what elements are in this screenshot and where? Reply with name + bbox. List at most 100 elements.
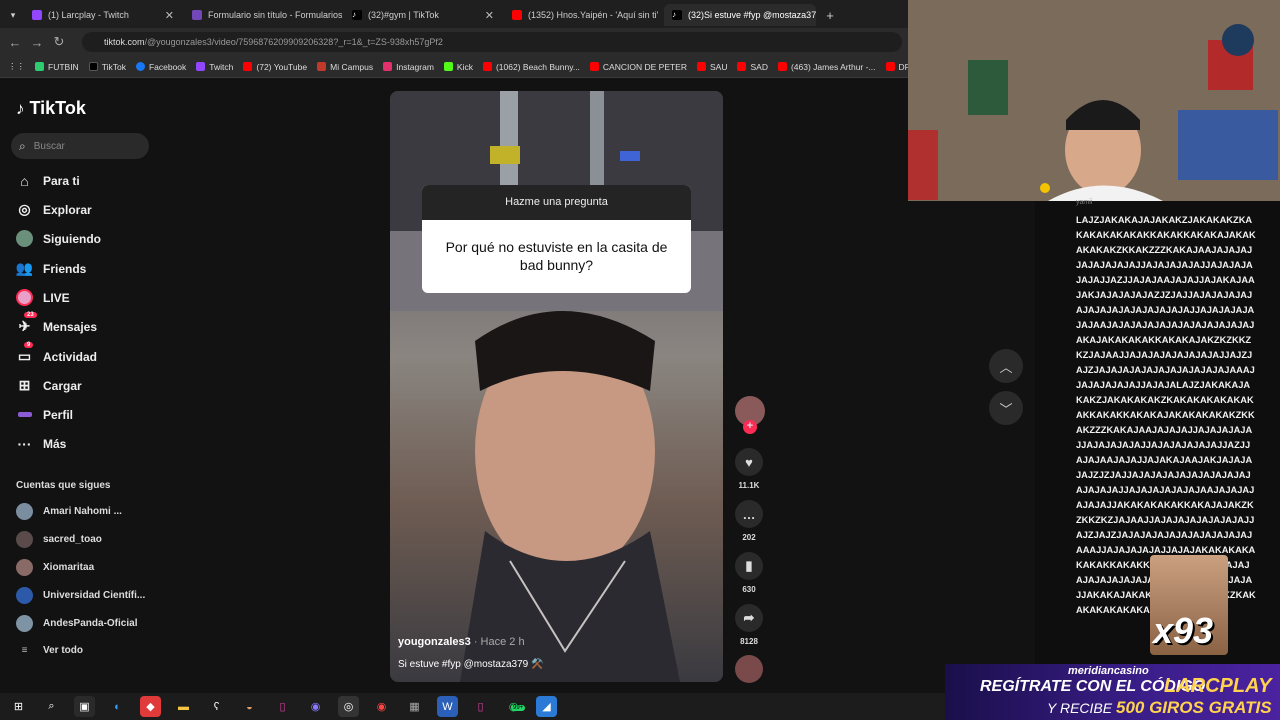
reload-icon[interactable]: ↻ <box>48 34 70 50</box>
back-icon[interactable]: ← <box>4 35 26 50</box>
twitch-icon <box>196 62 206 71</box>
nav-label: LIVE <box>43 290 70 305</box>
nav-siguiendo[interactable]: Siguiendo <box>16 230 101 247</box>
nav-mensajes[interactable]: ✈ 23 Mensajes <box>16 312 97 335</box>
app-icon[interactable]: ◒ <box>239 696 260 717</box>
account-item[interactable]: AndesPanda-Oficial <box>16 615 137 632</box>
creator-avatar[interactable]: + <box>735 396 765 434</box>
question-card: Hazme una pregunta Por qué no estuviste … <box>422 185 691 293</box>
discord-icon[interactable]: ◉ <box>305 696 326 717</box>
nav-para-ti[interactable]: ⌂ Para ti <box>16 172 79 189</box>
close-icon[interactable]: ✕ <box>165 9 174 22</box>
app-icon[interactable]: ▯ <box>470 696 491 717</box>
tab-twitch[interactable]: (1) Larcplay - Twitch ✕ <box>24 4 182 26</box>
tiktok-icon: ♪ <box>352 10 362 20</box>
edge-icon[interactable]: ◐ <box>107 696 128 717</box>
youtube-icon <box>885 62 895 71</box>
meme-multiplier: x93 <box>1153 610 1214 651</box>
task-view-icon[interactable]: ▣ <box>74 696 95 717</box>
app-icon[interactable]: ◢ <box>536 696 557 717</box>
tab-active-tiktok[interactable]: ♪(32)Si estuve #fyp @mostaza379✕ <box>664 4 816 26</box>
bookmark-futbin[interactable]: FUTBIN <box>35 62 79 72</box>
account-item[interactable]: Universidad Científi... <box>16 587 145 604</box>
whatsapp-icon[interactable]: ◉99+ <box>503 696 526 717</box>
nav-explorar[interactable]: ◎ Explorar <box>16 201 91 218</box>
nav-label: Siguiendo <box>43 231 101 246</box>
bookmark-james-arthur[interactable]: (463) James Arthur -... <box>777 61 876 72</box>
share-icon: ➦ <box>735 604 763 632</box>
post-time: · Hace 2 h <box>473 636 525 648</box>
tab-youtube[interactable]: (1352) Hnos.Yaipén - 'Aquí sin ti'✕ <box>504 4 662 26</box>
tab-label: (1352) Hnos.Yaipén - 'Aquí sin ti' <box>528 10 659 20</box>
bookmark-drago[interactable]: DRAGO <box>885 62 908 72</box>
close-icon[interactable]: ✕ <box>485 9 494 22</box>
video-player[interactable] <box>390 91 723 682</box>
bookmark-tiktok[interactable]: TikTok <box>88 61 126 72</box>
app-icon[interactable]: ʕ <box>206 696 227 717</box>
compass-icon: ◎ <box>18 201 31 217</box>
bookmark-instagram[interactable]: Instagram <box>383 62 434 72</box>
obs-icon[interactable]: ◎ <box>338 696 359 717</box>
comment-button[interactable]: … 202 <box>735 500 763 542</box>
bookmark-facebook[interactable]: Facebook <box>135 62 186 72</box>
ad-offer: Y RECIBE 500 GIROS GRATIS <box>1047 698 1272 718</box>
tab-gym[interactable]: ♪ (32)#gym | TikTok ✕ <box>344 4 502 26</box>
account-item[interactable]: Amari Nahomi ... <box>16 503 122 520</box>
nav-friends[interactable]: 👥 Friends <box>16 260 87 277</box>
home-icon: ⌂ <box>20 172 29 189</box>
bookmark-label: (463) James Arthur -... <box>790 61 876 72</box>
account-item[interactable]: sacred_toao <box>16 531 102 548</box>
previous-video-button[interactable]: ︿ <box>989 349 1023 383</box>
activity-icon: ▭ 9 <box>16 342 34 365</box>
bookmark-label: SAD <box>750 61 768 72</box>
tiktok-logo[interactable]: ♪ TikTok <box>16 98 86 119</box>
app-icon[interactable]: ◆ <box>140 696 161 717</box>
tiktok-icon <box>88 62 98 71</box>
word-icon[interactable]: W <box>437 696 458 717</box>
tab-forms[interactable]: Formulario sin título - Formularios✕ <box>184 4 342 26</box>
sound-disc[interactable] <box>735 655 763 688</box>
bookmark-youtube[interactable]: (72) YouTube <box>243 62 307 72</box>
follow-plus-icon[interactable]: + <box>743 420 757 434</box>
search-icon[interactable]: ⌕ <box>41 696 62 717</box>
nav-mas[interactable]: ··· Más <box>16 435 67 452</box>
bookmark-sad[interactable]: SAD <box>737 61 768 72</box>
share-button[interactable]: ➦ 8128 <box>735 604 763 646</box>
bookmark-twitch[interactable]: Twitch <box>196 62 233 72</box>
bookmark-peter[interactable]: CANCION DE PETER <box>589 61 687 72</box>
webcam-scene <box>908 0 1280 201</box>
save-count: 630 <box>742 585 756 594</box>
bookmark-beach-bunny[interactable]: (1062) Beach Bunny... <box>482 62 580 72</box>
search-input[interactable]: ⌕ Buscar <box>11 133 149 159</box>
bookmark-label: Kick <box>456 61 473 72</box>
windows-start-icon[interactable]: ⊞ <box>8 696 29 717</box>
bookmark-label: CANCION DE PETER <box>602 61 687 72</box>
forward-icon[interactable]: → <box>26 35 48 50</box>
account-item[interactable]: Xiomaritaa <box>16 559 94 576</box>
campus-icon <box>317 62 327 71</box>
bookmark-campus[interactable]: Mi Campus <box>317 62 373 72</box>
tab-list-icon[interactable]: ▾ <box>4 4 22 26</box>
url-input[interactable]: tiktok.com/@yougonzales3/video/759687620… <box>82 32 902 52</box>
bookmark-label: Mi Campus <box>330 61 374 72</box>
next-video-button[interactable]: ﹀ <box>989 391 1023 425</box>
video-author[interactable]: yougonzales3 · Hace 2 h <box>398 636 525 648</box>
nav-live[interactable]: LIVE <box>16 289 70 306</box>
nav-actividad[interactable]: ▭ 9 Actividad <box>16 342 97 365</box>
video-frame <box>390 91 723 682</box>
calculator-icon[interactable]: ▦ <box>404 696 425 717</box>
bookmark-icon: ▮ <box>735 552 763 580</box>
apps-icon[interactable]: ⋮⋮ <box>8 61 25 72</box>
new-tab-button[interactable]: + <box>820 4 840 26</box>
file-explorer-icon[interactable]: ▬ <box>173 696 194 717</box>
app-icon[interactable]: ▯ <box>272 696 293 717</box>
bookmark-label: TikTok <box>101 61 126 72</box>
bookmark-sau[interactable]: SAU <box>697 62 727 72</box>
bookmark-kick[interactable]: Kick <box>443 61 473 72</box>
see-all-link[interactable]: ≡ Ver todo <box>16 645 83 656</box>
nav-cargar[interactable]: ⊞ Cargar <box>16 377 82 394</box>
like-button[interactable]: ♥ 11.1K <box>735 448 763 490</box>
chrome-icon[interactable]: ◉ <box>371 696 392 717</box>
save-button[interactable]: ▮ 630 <box>735 552 763 594</box>
nav-perfil[interactable]: Perfil <box>16 406 73 423</box>
